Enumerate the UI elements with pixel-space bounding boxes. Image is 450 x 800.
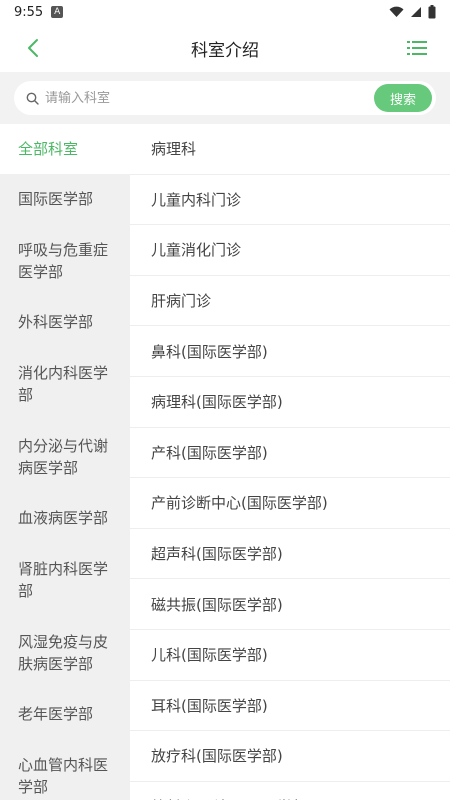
department-item[interactable]: 超声科(国际医学部) (130, 529, 450, 580)
list-menu-button[interactable] (402, 33, 432, 63)
category-item[interactable]: 呼吸与危重症医学部 (0, 224, 130, 297)
battery-icon (428, 5, 436, 19)
category-item[interactable]: 外科医学部 (0, 297, 130, 347)
category-item[interactable]: 风湿免疫与皮肤病医学部 (0, 616, 130, 689)
department-item[interactable]: 放射介入科(国际医学部) (130, 782, 450, 800)
department-item[interactable]: 儿童内科门诊 (130, 175, 450, 226)
department-item[interactable]: 产科(国际医学部) (130, 428, 450, 479)
category-item[interactable]: 老年医学部 (0, 689, 130, 739)
status-time: 9:55 (14, 4, 44, 20)
wifi-icon (389, 6, 404, 18)
search-button[interactable]: 搜索 (374, 84, 432, 112)
search-icon (26, 92, 39, 105)
status-bar: 9:55 A (0, 0, 450, 24)
category-item[interactable]: 消化内科医学部 (0, 347, 130, 420)
department-list: 病理科 儿童内科门诊 儿童消化门诊 肝病门诊 鼻科(国际医学部) 病理科(国际医学部) 产科… (130, 124, 450, 800)
page-title: 科室介绍 (191, 40, 259, 61)
department-item[interactable]: 耳科(国际医学部) (130, 681, 450, 732)
search-input[interactable] (39, 90, 374, 106)
department-item[interactable]: 肝病门诊 (130, 276, 450, 327)
category-sidebar: 全部科室 国际医学部 呼吸与危重症医学部 外科医学部 消化内科医学部 内分泌与代谢病医学部… (0, 124, 130, 800)
app-header: 科室介绍 (0, 24, 450, 72)
chevron-left-icon (28, 39, 38, 57)
department-item[interactable]: 放疗科(国际医学部) (130, 731, 450, 782)
category-item[interactable]: 内分泌与代谢病医学部 (0, 420, 130, 493)
category-item[interactable]: 心血管内科医学部 (0, 739, 130, 800)
status-left: 9:55 A (14, 4, 64, 20)
department-item[interactable]: 产前诊断中心(国际医学部) (130, 478, 450, 529)
category-item[interactable]: 全部科室 (0, 124, 130, 174)
department-item[interactable]: 病理科 (130, 124, 450, 175)
signal-icon (411, 7, 421, 17)
search-box: 搜索 (14, 81, 436, 115)
department-item[interactable]: 病理科(国际医学部) (130, 377, 450, 428)
department-item[interactable]: 儿科(国际医学部) (130, 630, 450, 681)
category-item[interactable]: 国际医学部 (0, 174, 130, 224)
department-item[interactable]: 鼻科(国际医学部) (130, 326, 450, 377)
category-item[interactable]: 血液病医学部 (0, 493, 130, 543)
category-item[interactable]: 肾脏内科医学部 (0, 543, 130, 616)
notification-icon: A (51, 6, 64, 18)
list-icon (407, 41, 427, 55)
status-right (389, 5, 436, 19)
department-item[interactable]: 儿童消化门诊 (130, 225, 450, 276)
department-item[interactable]: 磁共振(国际医学部) (130, 579, 450, 630)
search-bar-container: 搜索 (0, 72, 450, 124)
back-button[interactable] (18, 33, 48, 63)
department-browser: 全部科室 国际医学部 呼吸与危重症医学部 外科医学部 消化内科医学部 内分泌与代谢病医学部… (0, 124, 450, 800)
